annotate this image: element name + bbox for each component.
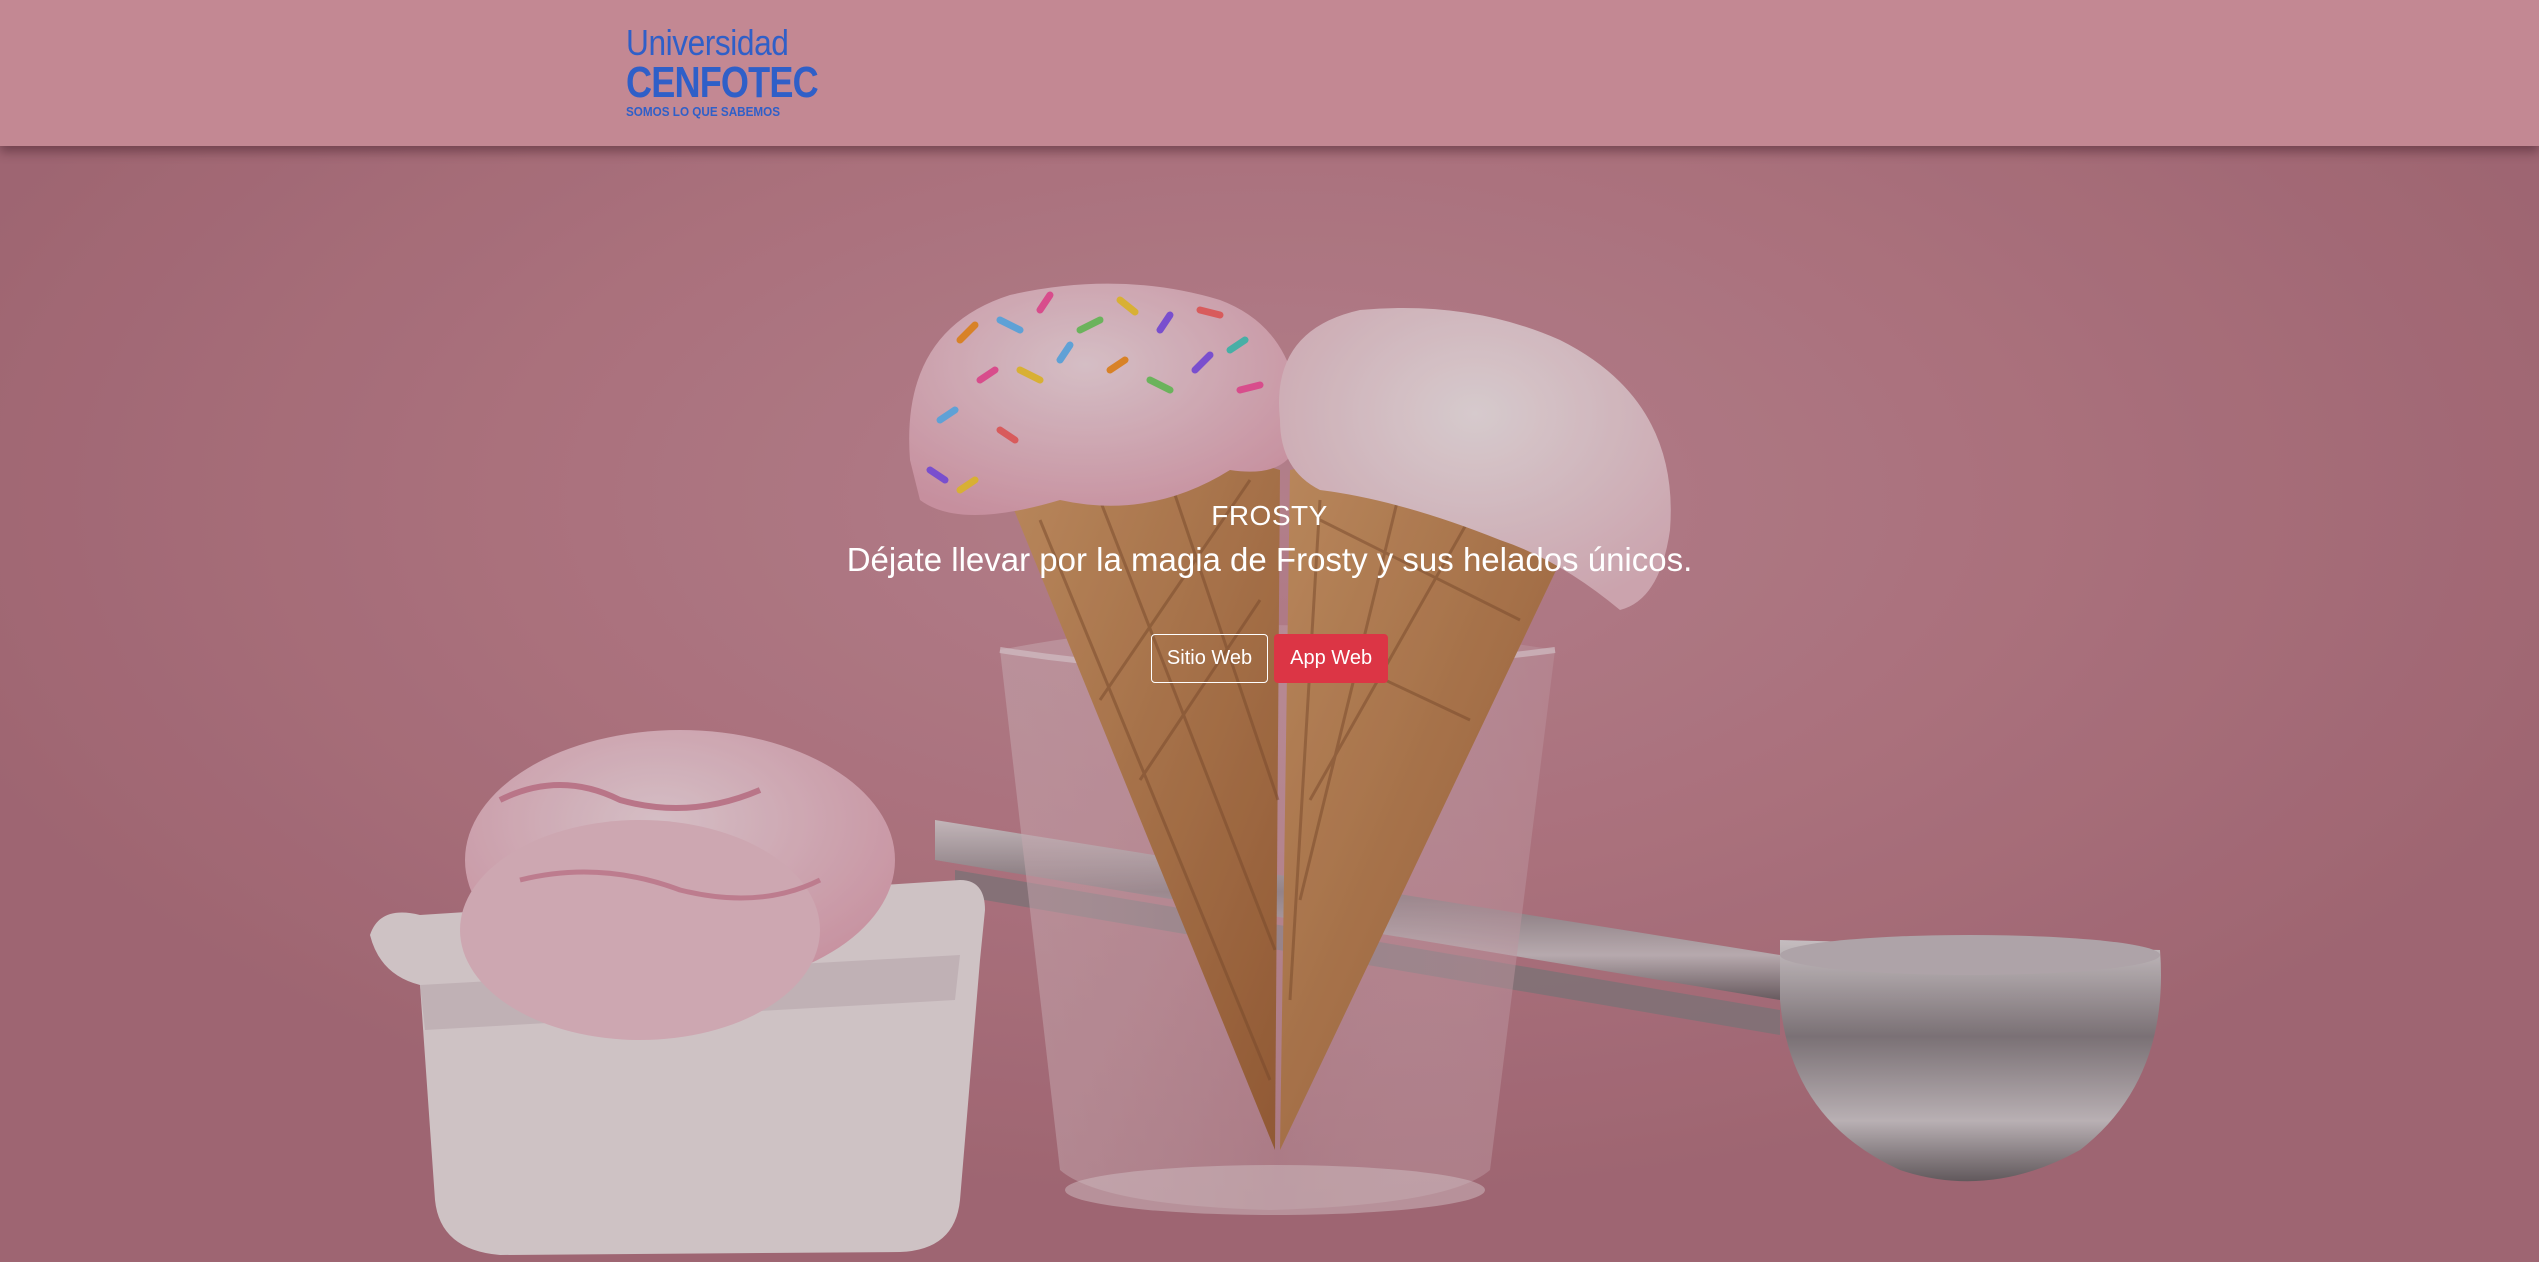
- sitio-web-button[interactable]: Sitio Web: [1150, 634, 1269, 683]
- logo-line-universidad: Universidad: [626, 22, 789, 63]
- logo-wordmark: Universidad CENFOTEC SOMOS LO QUE SABEMO…: [626, 24, 860, 120]
- site-header: Universidad CENFOTEC SOMOS LO QUE SABEMO…: [0, 0, 2539, 146]
- hero-button-group: Sitio Web App Web: [0, 634, 2539, 683]
- hero-subtitle: Déjate llevar por la magia de Frosty y s…: [846, 541, 1693, 578]
- logo-tagline: SOMOS LO QUE SABEMOS: [626, 104, 781, 119]
- cenfotec-logo-link[interactable]: Universidad CENFOTEC SOMOS LO QUE SABEMO…: [620, 24, 830, 124]
- app-web-button[interactable]: App Web: [1274, 634, 1389, 683]
- hero-title: FROSTY: [1211, 500, 1328, 531]
- logo-line-cenfotec: CENFOTEC: [626, 58, 819, 107]
- hero-section: FROSTY Déjate llevar por la magia de Fro…: [0, 496, 2539, 683]
